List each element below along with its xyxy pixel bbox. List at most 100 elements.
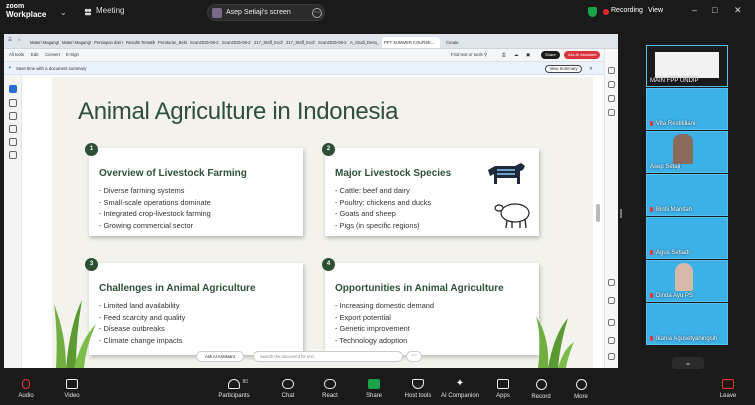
browser-tab[interactable]: Persiapan dari P...: [92, 37, 123, 48]
list-item: - Integrated crop-livestock farming: [99, 209, 211, 218]
zoom-tool-icon[interactable]: [9, 99, 17, 107]
browser-tab[interactable]: 217_Staff_Exch...: [252, 37, 283, 48]
gallery-scroll-down-icon[interactable]: ⌄: [672, 357, 704, 369]
record-label: Record: [531, 394, 551, 400]
share-button[interactable]: Share: [541, 51, 560, 59]
participant-name: Asep Setaji: [650, 164, 681, 170]
more-button[interactable]: More: [559, 379, 603, 400]
view-summary-button[interactable]: View Summary: [545, 65, 582, 73]
list-item: - Increasing domestic demand: [335, 301, 435, 310]
close-banner-icon[interactable]: ✕: [589, 66, 593, 72]
ask-ai-assistant-pill[interactable]: Ask AI Assistant: [196, 351, 244, 362]
participants-button[interactable]: 80 Participants: [212, 379, 256, 399]
card-heading: Challenges in Animal Agriculture: [99, 283, 256, 294]
pages-icon[interactable]: [608, 95, 615, 102]
chat-button[interactable]: Chat: [266, 379, 310, 399]
zoom-out-icon[interactable]: [608, 353, 615, 360]
host-tools-button[interactable]: Host tools: [396, 379, 440, 399]
shared-screen-pill[interactable]: Asep Setiaji's screen ⋯: [207, 4, 325, 21]
list-item: - Technology adoption: [335, 335, 408, 345]
browser-tab[interactable]: 217_Staff_Exch...: [284, 37, 315, 48]
more-options-icon[interactable]: ⋯: [406, 351, 422, 362]
menu-icon[interactable]: ☰: [8, 37, 12, 43]
participant-tile[interactable]: Ikania Agusetyaningsih: [646, 303, 728, 345]
recording-status[interactable]: Recording: [611, 7, 643, 14]
chat-icon: [282, 379, 294, 389]
convert-menu[interactable]: Convert: [45, 52, 60, 57]
zoom-in-icon[interactable]: [608, 337, 615, 344]
ask-ai-assistant-button[interactable]: Ask AI Assistant: [564, 51, 601, 59]
browser-tab[interactable]: Scan2025-06-2...: [188, 37, 219, 48]
close-icon[interactable]: ✕: [734, 5, 742, 16]
refresh-icon[interactable]: [608, 319, 615, 326]
participant-tile[interactable]: Bintii Manifah: [646, 174, 728, 216]
minimize-icon[interactable]: –: [692, 5, 697, 15]
browser-tab[interactable]: Scan2025-06-2...: [316, 37, 347, 48]
search-document-input[interactable]: Search the document for text: [253, 351, 403, 362]
sparkle-icon: ✦: [455, 378, 465, 389]
audio-label: Audio: [18, 393, 34, 399]
list-item: - Cattle: beef and dairy: [335, 186, 410, 195]
shield-icon: [412, 379, 424, 389]
browser-tab[interactable]: Scan2025-06-2...: [220, 37, 251, 48]
browser-tab[interactable]: A_Studi_Desa_...: [348, 37, 379, 48]
scrollbar-thumb[interactable]: [596, 204, 600, 222]
apps-icon: [497, 379, 509, 389]
edit-menu[interactable]: Edit: [31, 52, 38, 57]
draw-tool-icon[interactable]: [9, 125, 17, 133]
participant-video: [675, 263, 693, 291]
print-icon[interactable]: ⎙: [502, 52, 505, 57]
card-number: 1: [85, 143, 98, 156]
shield-icon[interactable]: [588, 7, 597, 17]
audio-button[interactable]: Audio: [4, 379, 48, 399]
meeting-label[interactable]: Meeting: [96, 6, 124, 15]
attachment-icon[interactable]: [608, 109, 615, 116]
react-button[interactable]: React: [308, 379, 352, 399]
share-screen-icon: [368, 379, 380, 389]
browser-tab-active[interactable]: PPT SUMMER COURSE...: [382, 37, 440, 48]
esign-menu[interactable]: E-Sign: [66, 52, 79, 57]
browser-tab[interactable]: Results Tematik...: [124, 37, 155, 48]
list-item: - Diverse farming systems: [99, 186, 185, 195]
panel-splitter[interactable]: [620, 209, 622, 218]
page-down-icon[interactable]: [608, 297, 615, 304]
leave-button[interactable]: Leave: [706, 379, 750, 399]
view-button[interactable]: View: [648, 7, 663, 14]
browser-tab[interactable]: Materi Magang#...: [28, 37, 59, 48]
save-icon[interactable]: ▣: [526, 52, 530, 58]
participant-tile[interactable]: Vita Restitiliani: [646, 88, 728, 130]
pen-tool-icon[interactable]: [9, 112, 17, 120]
record-button[interactable]: Record: [519, 379, 563, 400]
chevron-down-icon[interactable]: ⌄: [60, 8, 67, 17]
select-tool-icon[interactable]: [9, 85, 17, 93]
participant-tile[interactable]: Asep Setaji: [646, 131, 728, 173]
ai-companion-button[interactable]: ✦ AI Companion: [438, 378, 482, 400]
list-item: - Pigs (in specific regions): [335, 220, 420, 230]
card-opportunities: Opportunities in Animal Agriculture - In…: [325, 263, 539, 355]
participant-tile[interactable]: Dinda Ayu PS: [646, 260, 728, 302]
participant-tile[interactable]: Agus Setiadi: [646, 217, 728, 259]
participant-video: [673, 134, 693, 164]
home-icon[interactable]: ⌂: [18, 37, 21, 42]
browser-tab[interactable]: Peraturan_Bekti...: [156, 37, 187, 48]
find-text-field[interactable]: Find text or tools: [451, 52, 483, 57]
mic-muted-icon: [650, 250, 653, 255]
participant-tile[interactable]: MAIN FPP UNDIP: [646, 45, 728, 87]
search-icon[interactable]: ⚲: [484, 52, 487, 58]
page-up-icon[interactable]: [608, 279, 615, 286]
video-button[interactable]: Video: [50, 379, 94, 399]
cloud-icon[interactable]: ☁: [514, 52, 518, 58]
text-tool-icon[interactable]: [9, 138, 17, 146]
leave-icon: [722, 379, 734, 389]
stamp-tool-icon[interactable]: [9, 151, 17, 159]
bookmark-icon[interactable]: [608, 81, 615, 88]
all-tools-menu[interactable]: All tools: [9, 52, 24, 57]
comment-icon[interactable]: [608, 67, 615, 74]
new-tab-button[interactable]: Create: [444, 37, 474, 48]
list-item: - Growing commercial sector: [99, 220, 194, 230]
more-options-icon[interactable]: ⋯: [312, 8, 322, 18]
browser-tab[interactable]: Materi Magang#...: [60, 37, 91, 48]
share-screen-button[interactable]: Share: [352, 379, 396, 399]
slide-page: Animal Agriculture in Indonesia Overview…: [52, 77, 593, 368]
maximize-icon[interactable]: □: [712, 5, 717, 15]
